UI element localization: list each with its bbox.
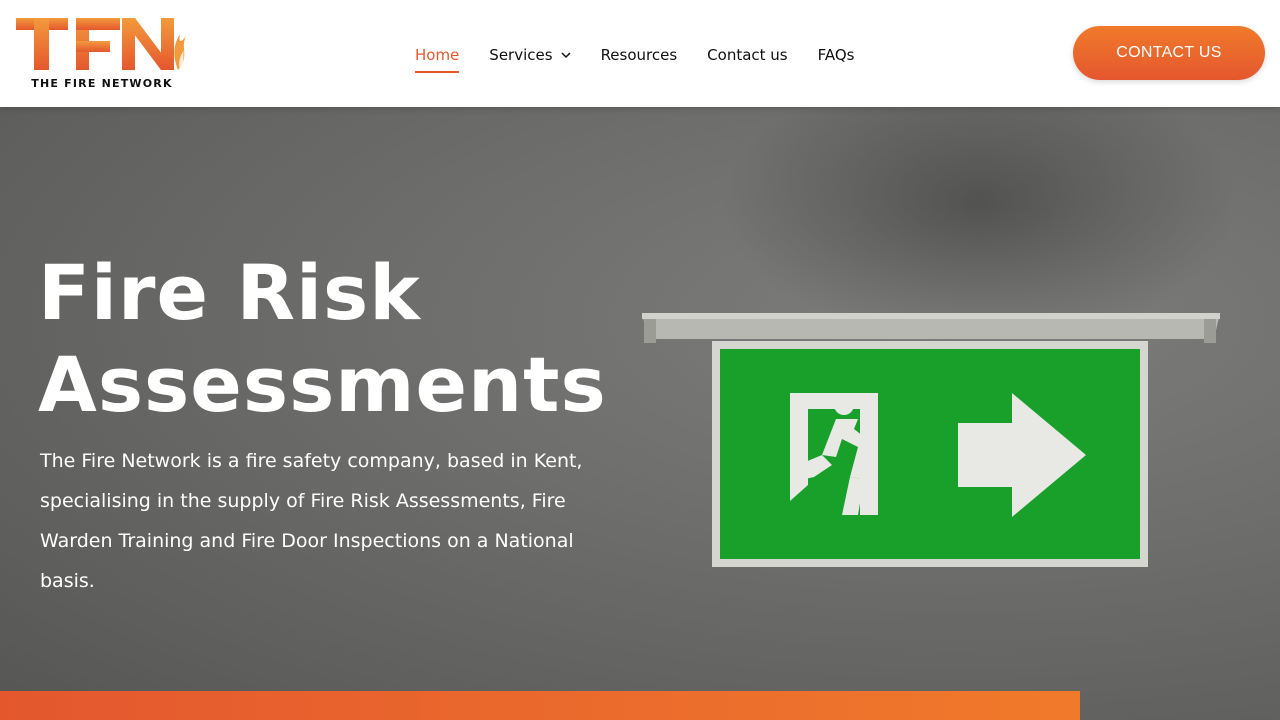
nav-item-label: Resources — [600, 46, 678, 64]
contact-us-button[interactable]: CONTACT US — [1073, 26, 1265, 80]
hero-title-line2: Assessments — [38, 340, 607, 429]
chevron-down-icon — [561, 52, 571, 59]
hero-title: Fire Risk Assessments — [38, 247, 678, 431]
nav-item-label: Services — [489, 46, 553, 64]
main-nav: Home Services Resources Contact us FAQs — [415, 44, 885, 73]
nav-item-label: Home — [415, 46, 460, 64]
nav-item-resources[interactable]: Resources — [601, 44, 678, 66]
nav-item-faqs[interactable]: FAQs — [818, 44, 855, 66]
logo-tagline: THE FIRE NETWORK — [31, 77, 173, 90]
nav-item-contact[interactable]: Contact us — [707, 44, 787, 66]
site-header: THE FIRE NETWORK Home Services Resources… — [0, 0, 1280, 107]
hero-description: The Fire Network is a fire safety compan… — [40, 450, 583, 592]
tfn-logo[interactable]: THE FIRE NETWORK — [14, 14, 190, 92]
hero-title-line1: Fire Risk — [38, 248, 421, 337]
nav-item-label: Contact us — [707, 46, 788, 64]
nav-item-label: FAQs — [817, 46, 855, 64]
green-exit-sign-icon — [642, 313, 1220, 567]
hero-section: Fire Risk Assessments The Fire Network i… — [0, 107, 1280, 720]
nav-item-home[interactable]: Home — [415, 44, 460, 73]
tfn-logo-mark — [16, 18, 186, 70]
nav-item-services[interactable]: Services — [489, 44, 571, 66]
orange-accent-bar — [0, 691, 1080, 720]
